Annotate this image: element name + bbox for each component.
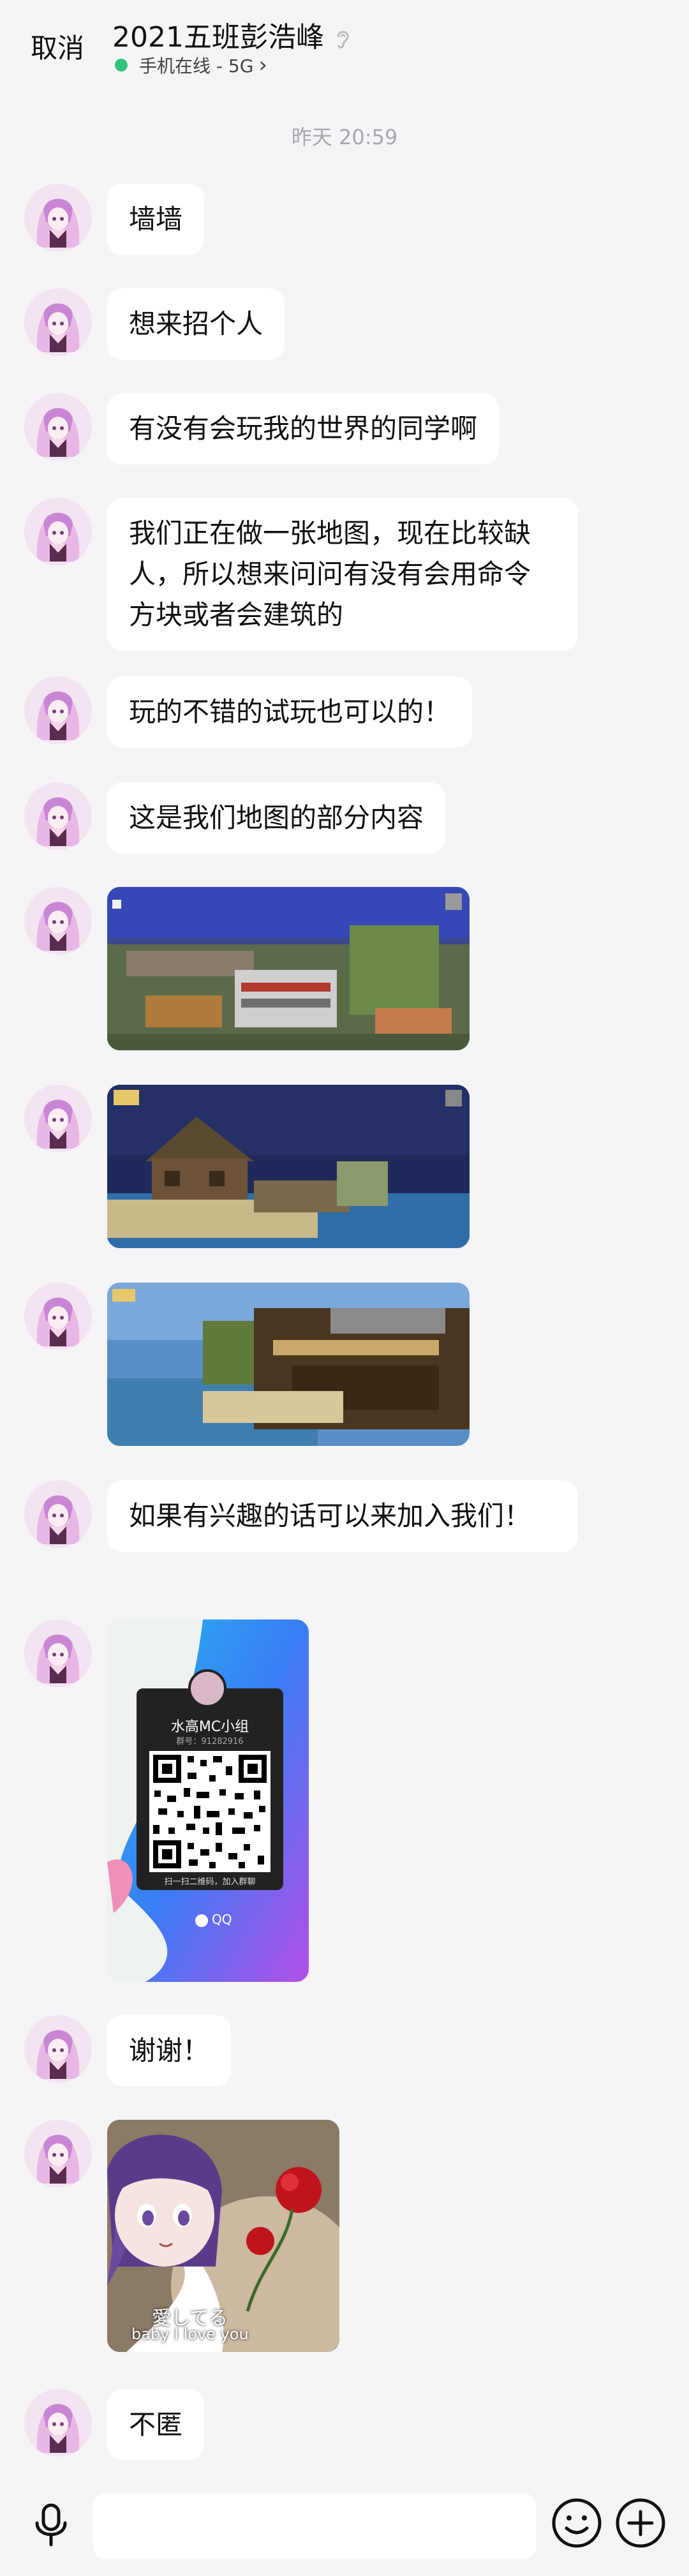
qr-group-card[interactable]: 水高MC小组 群号：91282916 扫一扫二维码，加入群聊 QQ — [107, 1619, 309, 1982]
sticker-caption-en: baby I love you — [131, 2325, 249, 2343]
qr-group-id: 群号：91282916 — [176, 1737, 244, 1746]
sticker-image[interactable]: 愛してる baby I love you — [107, 2120, 339, 2352]
status-text: 手机在线 - 5G — [139, 56, 254, 77]
message-bubble[interactable]: 不匿 — [107, 2389, 205, 2461]
avatar[interactable] — [24, 288, 92, 356]
image-message[interactable] — [107, 1283, 470, 1446]
message-input[interactable] — [93, 2494, 536, 2559]
message-bubble[interactable]: 墙墙 — [107, 184, 205, 255]
avatar[interactable] — [24, 782, 92, 850]
qr-hint: 扫一扫二维码，加入群聊 — [164, 1877, 256, 1887]
avatar[interactable] — [24, 2389, 92, 2457]
plus-icon[interactable] — [614, 2496, 667, 2550]
avatar[interactable] — [24, 1283, 92, 1350]
chat-title[interactable]: 2021五班彭浩峰 — [112, 14, 352, 55]
message-bubble[interactable]: 这是我们地图的部分内容 — [107, 782, 446, 854]
input-bar — [0, 2476, 689, 2576]
avatar[interactable] — [24, 1480, 92, 1548]
smiley-icon[interactable] — [550, 2496, 604, 2550]
qr-group-name: 水高MC小组 — [170, 1719, 249, 1735]
ear-icon[interactable] — [333, 27, 352, 50]
avatar[interactable] — [24, 184, 92, 251]
qr-card-background — [107, 1619, 309, 1982]
chevron-right-icon: › — [258, 52, 268, 78]
message-bubble[interactable]: 我们正在做一张地图，现在比较缺人，所以想来问问有没有会用命令方块或者会建筑的 — [107, 498, 578, 651]
avatar[interactable] — [24, 2015, 92, 2083]
message-bubble[interactable]: 有没有会玩我的世界的同学啊 — [107, 393, 500, 465]
message-bubble[interactable]: 玩的不错的试玩也可以的！ — [107, 676, 473, 748]
avatar[interactable] — [24, 887, 92, 955]
message-bubble[interactable]: 如果有兴趣的话可以来加入我们！ — [107, 1480, 578, 1552]
online-dot-icon — [115, 59, 128, 71]
minecraft-screenshot-2 — [107, 1085, 470, 1248]
online-status: 手机在线 - 5G › — [115, 52, 267, 78]
avatar[interactable] — [24, 2120, 92, 2187]
qq-brand: QQ — [212, 1912, 232, 1927]
image-message[interactable] — [107, 887, 470, 1050]
microphone-icon[interactable] — [26, 2499, 77, 2550]
minecraft-screenshot-3 — [107, 1283, 470, 1446]
avatar[interactable] — [24, 1619, 92, 1687]
image-message[interactable] — [107, 1085, 470, 1248]
timestamp: 昨天 20:59 — [291, 125, 398, 149]
avatar[interactable] — [24, 676, 92, 744]
avatar[interactable] — [24, 1085, 92, 1152]
cancel-button[interactable]: 取消 — [31, 27, 84, 66]
contact-name: 2021五班彭浩峰 — [112, 21, 324, 54]
message-bubble[interactable]: 想来招个人 — [107, 288, 285, 360]
chat-header: 取消 2021五班彭浩峰 手机在线 - 5G › — [0, 0, 689, 86]
avatar[interactable] — [24, 498, 92, 565]
minecraft-screenshot-1 — [107, 887, 470, 1050]
message-bubble[interactable]: 谢谢！ — [107, 2015, 232, 2087]
avatar[interactable] — [24, 393, 92, 461]
